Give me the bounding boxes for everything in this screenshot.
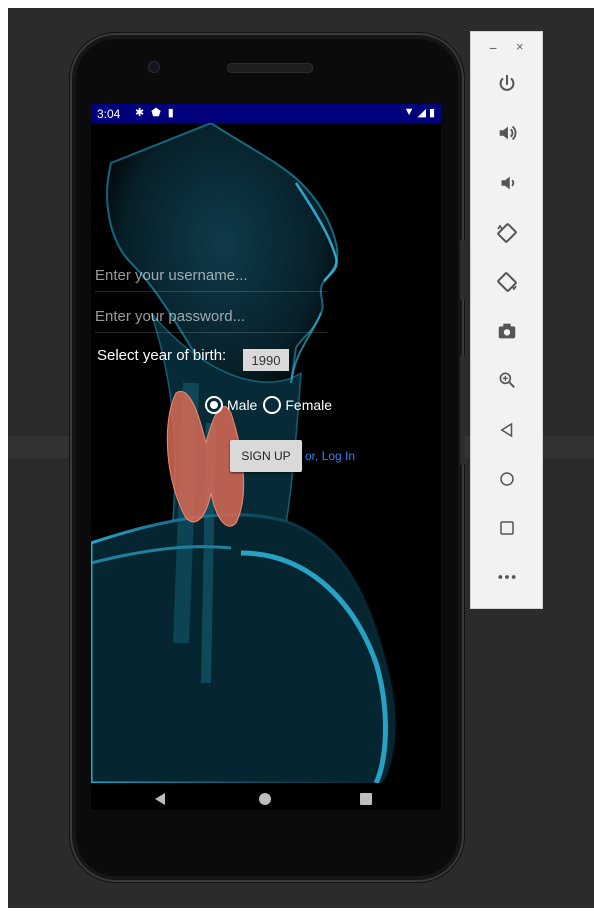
emulator-toolbar: − × (470, 31, 543, 609)
volume-up-icon[interactable] (489, 115, 525, 151)
zoom-icon[interactable] (489, 362, 525, 398)
back-icon[interactable] (489, 412, 525, 448)
nav-home-icon[interactable] (259, 793, 271, 805)
more-icon[interactable] (489, 559, 525, 595)
log-in-link[interactable]: or, Log In (305, 449, 355, 463)
screenshot-border-bottom (0, 908, 594, 916)
signal-icon: ◢ (417, 107, 426, 119)
wifi-icon: ▼ (403, 106, 415, 118)
minimize-button[interactable]: − (489, 40, 497, 56)
close-button[interactable]: × (516, 39, 524, 54)
settings-icon: ✱ (135, 107, 145, 119)
overview-icon[interactable] (489, 510, 525, 546)
screenshot-border-left (0, 0, 8, 916)
status-time: 3:04 (97, 107, 121, 121)
earpiece-speaker (227, 63, 313, 73)
male-radio-label[interactable]: Male (227, 397, 257, 413)
gender-radio-group: Male Female (205, 396, 338, 414)
screenshot-icon[interactable] (489, 313, 525, 349)
status-bar: 3:04 ✱ ⬟ ▮ ▼ ◢ ▮ (91, 104, 441, 123)
shield-icon: ⬟ (151, 107, 161, 119)
female-radio-label[interactable]: Female (285, 397, 332, 413)
phone-power-button[interactable] (460, 240, 465, 300)
password-input[interactable] (95, 300, 327, 333)
username-input[interactable] (95, 259, 327, 292)
sign-up-button[interactable]: SIGN UP (230, 440, 302, 472)
rotate-left-icon[interactable] (489, 215, 525, 251)
nav-recents-icon[interactable] (360, 793, 372, 805)
android-nav-bar (91, 783, 441, 810)
power-icon[interactable] (489, 66, 525, 102)
male-radio-button[interactable] (205, 396, 223, 414)
birth-year-label: Select year of birth: (97, 347, 227, 364)
rotate-right-icon[interactable] (489, 264, 525, 300)
sd-card-icon: ▮ (167, 107, 174, 119)
volume-down-icon[interactable] (489, 165, 525, 201)
female-radio-button[interactable] (263, 396, 282, 414)
nav-back-icon[interactable] (155, 793, 165, 805)
front-camera (148, 61, 160, 73)
birth-year-picker[interactable]: 1990 (243, 349, 289, 371)
battery-icon: ▮ (428, 107, 435, 119)
phone-screen: 3:04 ✱ ⬟ ▮ ▼ ◢ ▮ Enter your username... … (91, 104, 441, 810)
screenshot-border-top (0, 0, 594, 8)
phone-volume-rocker[interactable] (460, 355, 465, 465)
home-icon[interactable] (489, 461, 525, 497)
phone-device: 3:04 ✱ ⬟ ▮ ▼ ◢ ▮ Enter your username... … (70, 33, 464, 882)
